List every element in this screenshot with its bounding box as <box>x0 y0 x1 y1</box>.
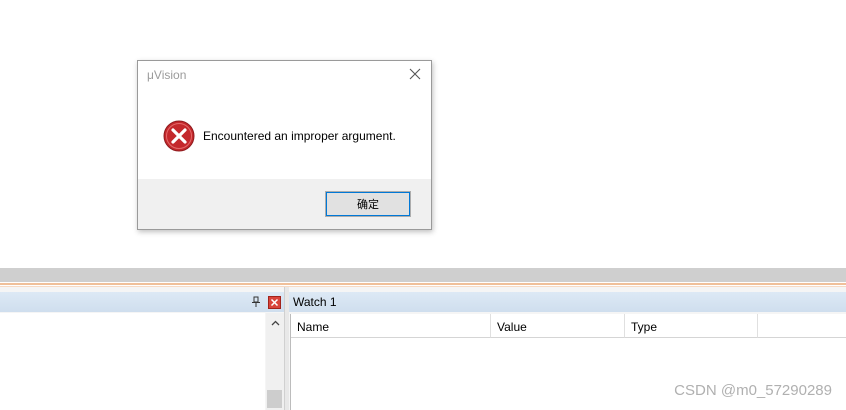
column-header-empty <box>758 314 846 338</box>
dialog-close-button[interactable] <box>407 66 423 82</box>
watermark: CSDN @m0_57290289 <box>674 382 832 399</box>
splitter-bar[interactable] <box>0 268 846 282</box>
column-header-name[interactable]: Name <box>291 314 491 338</box>
watch-pane-title: Watch 1 <box>293 295 337 309</box>
left-pane-header <box>0 292 284 312</box>
left-pane-scrollbar[interactable] <box>266 313 284 410</box>
ok-button[interactable]: 确定 <box>325 191 411 217</box>
error-icon <box>163 120 195 152</box>
column-header-type[interactable]: Type <box>625 314 758 338</box>
left-pane-content <box>0 313 265 410</box>
column-header-value[interactable]: Value <box>491 314 625 338</box>
pin-icon[interactable] <box>250 296 262 308</box>
separator-line <box>0 283 846 285</box>
dialog-message: Encountered an improper argument. <box>203 129 396 143</box>
close-icon <box>409 68 421 80</box>
close-icon <box>270 298 279 307</box>
dialog-footer: 确定 <box>138 179 431 229</box>
dialog-body: Encountered an improper argument. <box>138 91 431 179</box>
left-pane-close-button[interactable] <box>268 296 281 309</box>
error-dialog: μVision Encountered an improper argument… <box>137 60 432 230</box>
scroll-thumb[interactable] <box>267 390 282 408</box>
watch-pane-header: Watch 1 <box>289 292 846 312</box>
dialog-title: μVision <box>147 68 187 82</box>
chevron-up-icon <box>271 320 279 326</box>
scroll-up-button[interactable] <box>266 316 284 330</box>
